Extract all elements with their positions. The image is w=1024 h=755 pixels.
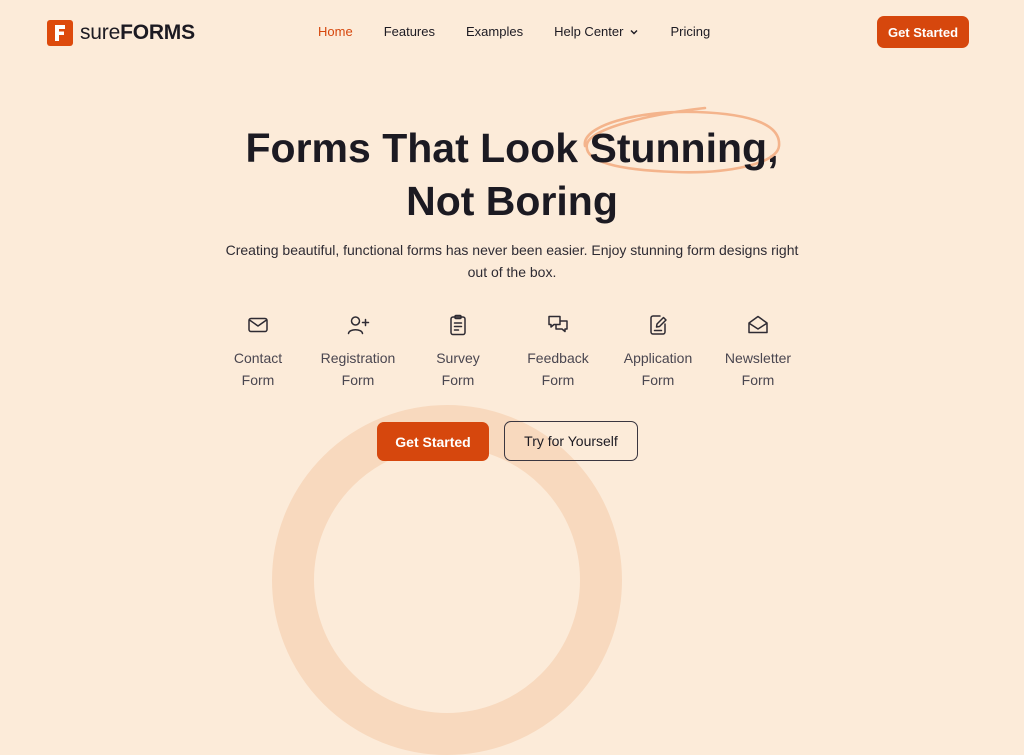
nav-home[interactable]: Home <box>318 24 353 39</box>
hero-subtitle: Creating beautiful, functional forms has… <box>225 242 799 280</box>
form-types: Contact Form Registration Form Survey Form … <box>208 313 808 391</box>
form-type-feedback[interactable]: Feedback Form <box>508 313 608 391</box>
brand-name: sureFORMS <box>80 20 195 44</box>
main-menu: Home Features Examples Help Center Prici… <box>318 24 710 39</box>
nav-examples[interactable]: Examples <box>466 24 523 39</box>
mail-icon <box>248 317 268 333</box>
get-started-button[interactable]: Get Started <box>377 422 489 461</box>
highlight-word: Stunning <box>584 106 781 175</box>
brand-logo[interactable]: sureFORMS <box>47 19 195 46</box>
envelope-open-icon <box>748 315 768 334</box>
nav-help-center-label: Help Center <box>554 24 624 39</box>
try-for-yourself-button[interactable]: Try for Yourself <box>504 421 638 461</box>
hero-title-line2: Not Boring <box>406 178 618 224</box>
clipboard-icon <box>450 314 466 336</box>
top-nav: sureFORMS Home Features Examples Help Ce… <box>0 0 1024 64</box>
chat-bubbles-icon <box>548 315 568 333</box>
form-type-registration[interactable]: Registration Form <box>308 313 408 391</box>
hero-title: Forms That Look Stunning, Not Boring <box>0 106 1024 228</box>
chevron-down-icon <box>630 29 638 34</box>
document-edit-icon <box>650 315 667 335</box>
form-type-contact[interactable]: Contact Form <box>208 313 308 391</box>
logo-f-icon <box>47 19 73 46</box>
nav-pricing[interactable]: Pricing <box>670 24 710 39</box>
form-type-newsletter[interactable]: Newsletter Form <box>708 313 808 391</box>
nav-features[interactable]: Features <box>384 24 435 39</box>
nav-help-center[interactable]: Help Center <box>554 24 639 39</box>
nav-get-started-button[interactable]: Get Started <box>877 16 969 48</box>
form-type-survey[interactable]: Survey Form <box>408 313 508 391</box>
user-plus-icon <box>347 316 370 335</box>
form-type-application[interactable]: Application Form <box>608 313 708 391</box>
